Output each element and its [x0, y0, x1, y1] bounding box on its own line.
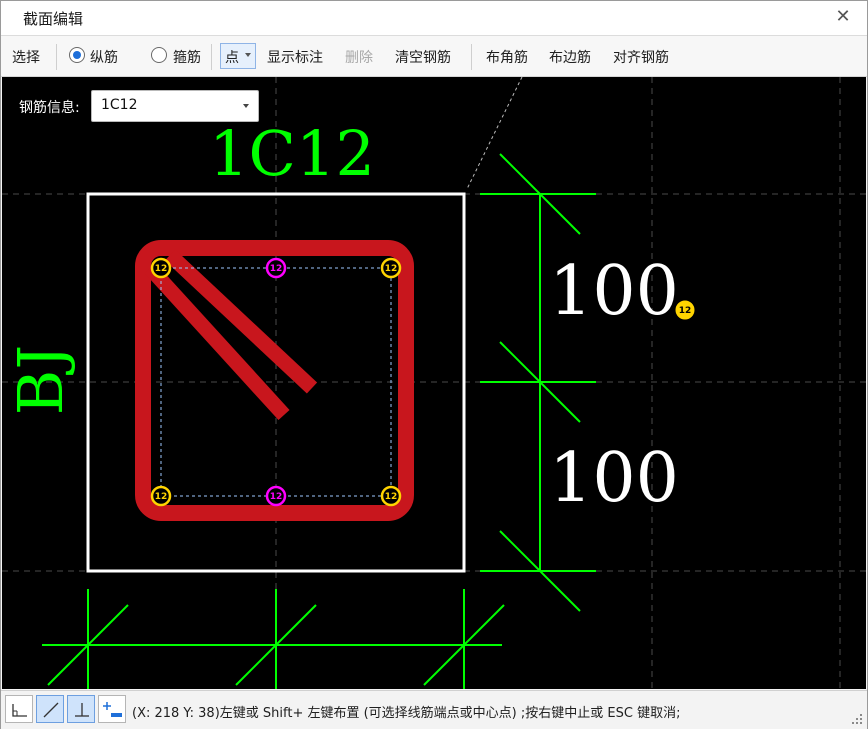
- rebar-size-label: 12: [385, 264, 398, 274]
- align-rebar-button[interactable]: 对齐钢筋: [613, 47, 669, 67]
- status-text: (X: 218 Y: 38)左键或 Shift+ 左键布置 (可选择线筋端点或中…: [132, 706, 681, 721]
- grid-lines: [2, 77, 866, 689]
- rebar-size-label: 12: [155, 492, 168, 502]
- perpendicular-icon: [75, 703, 89, 717]
- title-bar: 截面编辑 ✕: [1, 1, 867, 36]
- close-icon[interactable]: ✕: [833, 7, 853, 27]
- window-title: 截面编辑: [23, 10, 84, 28]
- point-mode-dropdown[interactable]: 点: [220, 43, 256, 69]
- stirrup-shape: [135, 240, 414, 521]
- toolbar-separator: [471, 44, 472, 70]
- rebar-info-value: 1C12: [101, 97, 138, 113]
- corner-rebar[interactable]: 12: [150, 257, 172, 279]
- rebar-label: 1C12: [209, 117, 375, 190]
- show-annotation-button[interactable]: 显示标注: [267, 47, 323, 67]
- select-button[interactable]: 选择: [12, 47, 40, 67]
- edge-rebar[interactable]: 12: [265, 485, 287, 507]
- toolbar-separator: [56, 44, 57, 70]
- rebar-size-label: 12: [270, 492, 283, 502]
- rebar-size-label: 12: [155, 264, 168, 274]
- corner-rebar[interactable]: 12: [380, 485, 402, 507]
- line-snap-button[interactable]: [36, 695, 64, 723]
- horizontal-dimension: [42, 589, 505, 689]
- rebar-info-select[interactable]: 1C12: [91, 90, 259, 122]
- section-editor-window: 截面编辑 ✕ 选择 纵筋 箍筋 点 显示标注 删除 清空钢筋 布角筋 布边筋 对…: [0, 0, 868, 729]
- longitudinal-label[interactable]: 纵筋: [90, 47, 118, 67]
- edge-rebar[interactable]: 12: [265, 257, 287, 279]
- toolbar: 选择 纵筋 箍筋 点 显示标注 删除 清空钢筋 布角筋 布边筋 对齐钢筋: [1, 36, 867, 77]
- rebar-size-label: 12: [270, 264, 283, 274]
- stirrup-label[interactable]: 箍筋: [173, 47, 201, 67]
- delete-button[interactable]: 删除: [345, 47, 373, 67]
- chevron-down-icon: [243, 104, 249, 108]
- rebar-size-label: 12: [679, 306, 692, 316]
- point-mode-value: 点: [225, 50, 239, 66]
- perpendicular-snap-button[interactable]: [67, 695, 95, 723]
- status-bar: (X: 218 Y: 38)左键或 Shift+ 左键布置 (可选择线筋端点或中…: [1, 690, 867, 729]
- side-label: BJ: [4, 345, 77, 415]
- orthogonal-icon: [12, 704, 27, 717]
- chevron-down-icon: [245, 53, 251, 57]
- drawing-canvas[interactable]: 1C12 BJ 12 12 12 12 12 12 12 100 100 钢筋信…: [2, 77, 866, 689]
- corner-rebar[interactable]: 12: [150, 485, 172, 507]
- corner-rebar[interactable]: 12: [380, 257, 402, 279]
- leader-line: [466, 77, 523, 190]
- section-drawing: 1C12 BJ 12 12 12 12 12 12 12 100 100: [2, 77, 866, 689]
- dimension-bottom-value: 100: [549, 439, 679, 518]
- rebar-info-label: 钢筋信息:: [19, 100, 80, 116]
- add-offset-icon: [103, 702, 122, 717]
- clear-rebar-button[interactable]: 清空钢筋: [395, 47, 451, 67]
- stirrup-radio[interactable]: [151, 47, 167, 63]
- orthogonal-snap-button[interactable]: [5, 695, 33, 723]
- toolbar-separator: [211, 44, 212, 70]
- dimension-top-value: 100: [549, 252, 679, 331]
- vertical-dimension: [480, 153, 596, 612]
- longitudinal-radio[interactable]: [69, 47, 85, 63]
- resize-grip-icon[interactable]: [851, 713, 863, 725]
- edge-rebar-button[interactable]: 布边筋: [549, 47, 591, 67]
- offset-snap-button[interactable]: [98, 695, 126, 723]
- diagonal-line-icon: [43, 702, 59, 718]
- rebar-size-label: 12: [385, 492, 398, 502]
- corner-rebar-button[interactable]: 布角筋: [486, 47, 528, 67]
